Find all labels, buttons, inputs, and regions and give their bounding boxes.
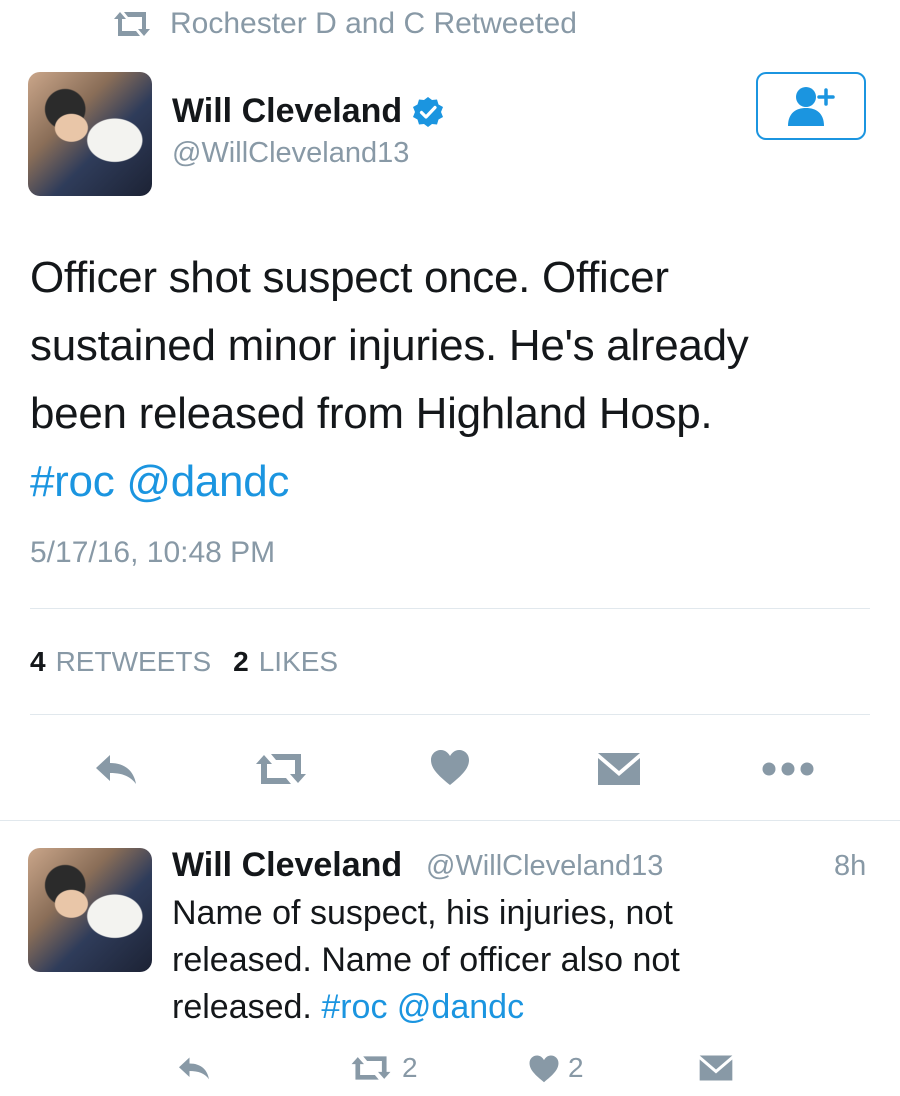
reply-retweet-button[interactable]: 2 (348, 1048, 418, 1088)
likes-label: LIKES (258, 646, 339, 677)
retweet-button[interactable] (248, 744, 314, 794)
reply-button[interactable] (86, 744, 146, 794)
like-button[interactable] (424, 742, 476, 792)
reply-like-count: 2 (568, 1052, 584, 1083)
retweet-context[interactable]: Rochester D and C Retweeted (110, 4, 577, 44)
reply-text-line: released. Name of officer also not (172, 941, 680, 979)
likes-count: 2 (233, 646, 249, 677)
hashtag-link[interactable]: #roc (321, 988, 387, 1026)
tweet-timestamp: 5/17/16, 10:48 PM (30, 536, 276, 569)
retweet-icon (256, 754, 306, 784)
verified-badge-icon (413, 96, 444, 127)
tweet-text-line: sustained minor injuries. He's already (30, 321, 749, 370)
author-name[interactable]: Will Cleveland (172, 92, 444, 131)
hashtag-link[interactable]: #roc (30, 457, 115, 506)
mention-link[interactable]: @dandc (126, 457, 289, 506)
reply-icon (179, 1057, 209, 1080)
reply-author-avatar[interactable] (28, 848, 152, 972)
likes-stat[interactable]: 2 LIKES (233, 646, 338, 678)
divider (30, 608, 870, 609)
reply-author-handle[interactable]: @WillCleveland13 (426, 850, 663, 883)
reply-text-line: released. #roc @dandc (172, 984, 872, 1031)
reply-author-name[interactable]: Will Cleveland (172, 846, 402, 885)
reply-text-prefix: released. (172, 988, 312, 1026)
reply-like-button[interactable]: 2 (528, 1048, 584, 1088)
reply-text-line: Name of suspect, his injuries, not (172, 894, 673, 932)
reply-timestamp: 8h (834, 850, 867, 882)
tweet-stats: 4 RETWEETS 2 LIKES (30, 646, 338, 678)
reply-retweet-count: 2 (402, 1052, 418, 1083)
heart-icon (529, 1055, 559, 1082)
divider (0, 820, 900, 821)
more-icon (762, 762, 814, 776)
heart-icon (431, 750, 469, 785)
more-button[interactable] (758, 744, 818, 794)
author-handle[interactable]: @WillCleveland13 (172, 137, 409, 170)
author-name-label: Will Cleveland (172, 92, 403, 130)
tweet-text: Officer shot suspect once. Officer susta… (30, 244, 870, 516)
divider (30, 714, 870, 715)
add-user-icon (788, 87, 835, 126)
message-icon (598, 753, 640, 785)
reply-text: Name of suspect, his injuries, not relea… (172, 890, 872, 1031)
retweets-count: 4 (30, 646, 46, 677)
retweets-stat[interactable]: 4 RETWEETS (30, 646, 211, 678)
mention-link[interactable]: @dandc (397, 988, 524, 1026)
author-avatar[interactable] (28, 72, 152, 196)
retweet-context-label: Rochester D and C Retweeted (170, 7, 577, 40)
reply-message-button[interactable] (698, 1048, 742, 1088)
tweet-text-line: been released from Highland Hosp. (30, 389, 713, 438)
reply-icon (96, 755, 136, 784)
retweets-label: RETWEETS (55, 646, 212, 677)
tweet-entities: #roc @dandc (30, 448, 870, 516)
direct-message-button[interactable] (590, 744, 648, 794)
retweet-icon (351, 1056, 391, 1080)
reply-reply-button[interactable] (176, 1048, 220, 1088)
tweet-text-line: Officer shot suspect once. Officer (30, 253, 669, 302)
message-icon (699, 1055, 733, 1081)
follow-button[interactable] (756, 72, 866, 140)
retweet-icon (114, 12, 150, 36)
